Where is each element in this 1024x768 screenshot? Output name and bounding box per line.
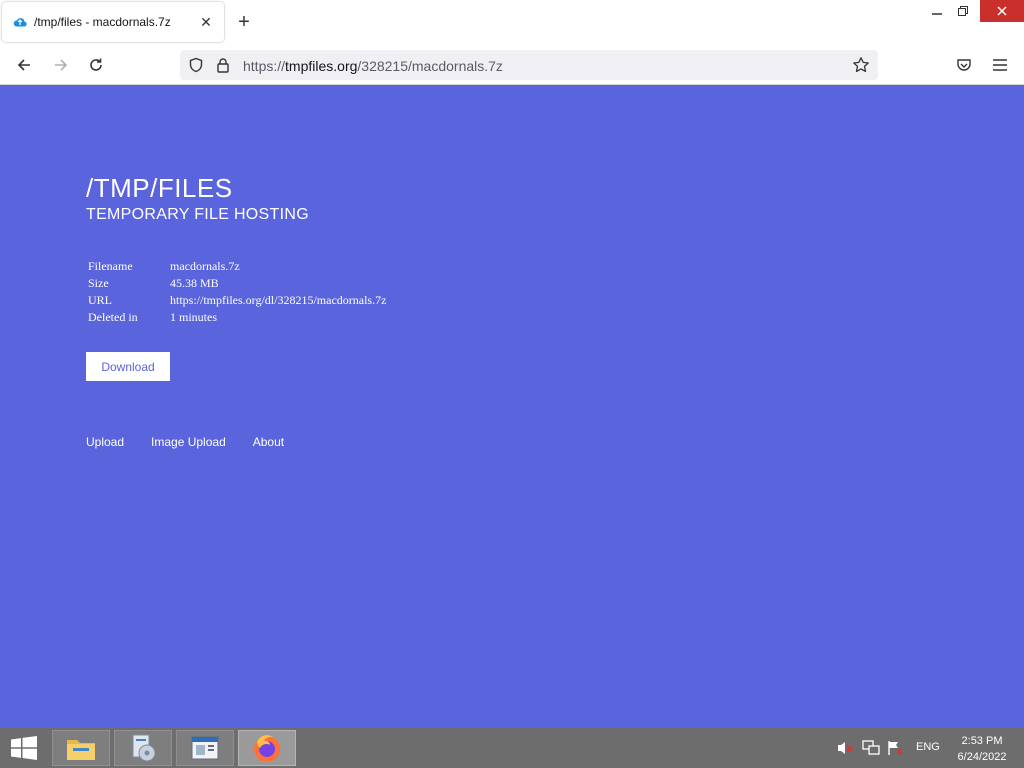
url-path: /328215/macdornals.7z — [357, 58, 503, 74]
url-value: https://tmpfiles.org/dl/328215/macdornal… — [170, 293, 387, 307]
tracking-protection-shield-icon[interactable] — [188, 57, 204, 78]
clock[interactable]: 2:53 PM 6/24/2022 — [950, 733, 1014, 765]
tab-strip: /tmp/files - macdornals.7z ✕ + — [0, 0, 1024, 44]
table-row: URL https://tmpfiles.org/dl/328215/macdo… — [86, 292, 388, 309]
site-title: /TMP/FILES — [86, 173, 233, 203]
clock-date: 6/24/2022 — [957, 751, 1007, 763]
taskbar: ENG 2:53 PM 6/24/2022 — [0, 728, 1024, 768]
image-upload-link[interactable]: Image Upload — [151, 435, 226, 449]
deleted-in-value: 1 minutes — [170, 310, 217, 324]
table-row: Deleted in 1 minutes — [86, 309, 388, 326]
action-center-flag-icon[interactable] — [886, 740, 904, 756]
server-manager-icon[interactable] — [176, 730, 234, 766]
restore-button[interactable] — [948, 0, 978, 22]
lock-icon[interactable] — [216, 57, 230, 78]
tab-close-icon[interactable]: ✕ — [198, 14, 214, 30]
url-domain: tmpfiles.org — [285, 58, 358, 74]
pocket-icon[interactable] — [951, 52, 977, 78]
page-content: /TMP/FILES TEMPORARY FILE HOSTING Filena… — [0, 85, 1024, 728]
firefox-icon[interactable] — [238, 730, 296, 766]
size-value: 45.38 MB — [170, 276, 219, 290]
navigation-bar: https://tmpfiles.org/328215/macdornals.7… — [0, 44, 1024, 85]
forward-arrow-icon[interactable] — [48, 52, 74, 78]
file-explorer-icon[interactable] — [52, 730, 110, 766]
url-text[interactable]: https://tmpfiles.org/328215/macdornals.7… — [243, 58, 503, 74]
new-tab-button[interactable]: + — [234, 12, 254, 32]
installer-icon[interactable] — [114, 730, 172, 766]
browser-tab[interactable]: /tmp/files - macdornals.7z ✕ — [2, 2, 224, 42]
cloud-upload-icon — [12, 14, 28, 30]
table-row: Filename macdornals.7z — [86, 258, 388, 275]
upload-link[interactable]: Upload — [86, 435, 124, 449]
filename-label: Filename — [88, 259, 133, 273]
tab-title: /tmp/files - macdornals.7z — [34, 15, 171, 29]
address-bar[interactable]: https://tmpfiles.org/328215/macdornals.7… — [180, 50, 878, 80]
site-subtitle: TEMPORARY FILE HOSTING — [86, 206, 309, 223]
network-icon[interactable] — [862, 740, 880, 756]
window-close-button[interactable] — [980, 0, 1024, 22]
url-label: URL — [88, 293, 112, 307]
table-row: Size 45.38 MB — [86, 275, 388, 292]
reload-icon[interactable] — [83, 52, 109, 78]
clock-time: 2:53 PM — [961, 735, 1003, 747]
download-button[interactable]: Download — [86, 352, 170, 381]
footer-links: Upload Image Upload About — [86, 435, 284, 449]
size-label: Size — [88, 276, 109, 290]
windows-start-icon[interactable] — [0, 728, 48, 768]
url-prefix: https:// — [243, 58, 286, 74]
about-link[interactable]: About — [253, 435, 284, 449]
hamburger-menu-icon[interactable] — [987, 52, 1013, 78]
file-info-table: Filename macdornals.7z Size 45.38 MB URL… — [86, 258, 388, 326]
volume-muted-icon[interactable] — [836, 740, 854, 756]
deleted-in-label: Deleted in — [88, 310, 138, 324]
filename-value: macdornals.7z — [170, 259, 240, 273]
language-indicator[interactable]: ENG — [916, 741, 940, 753]
back-arrow-icon[interactable] — [11, 52, 37, 78]
bookmark-star-icon[interactable] — [852, 56, 870, 79]
